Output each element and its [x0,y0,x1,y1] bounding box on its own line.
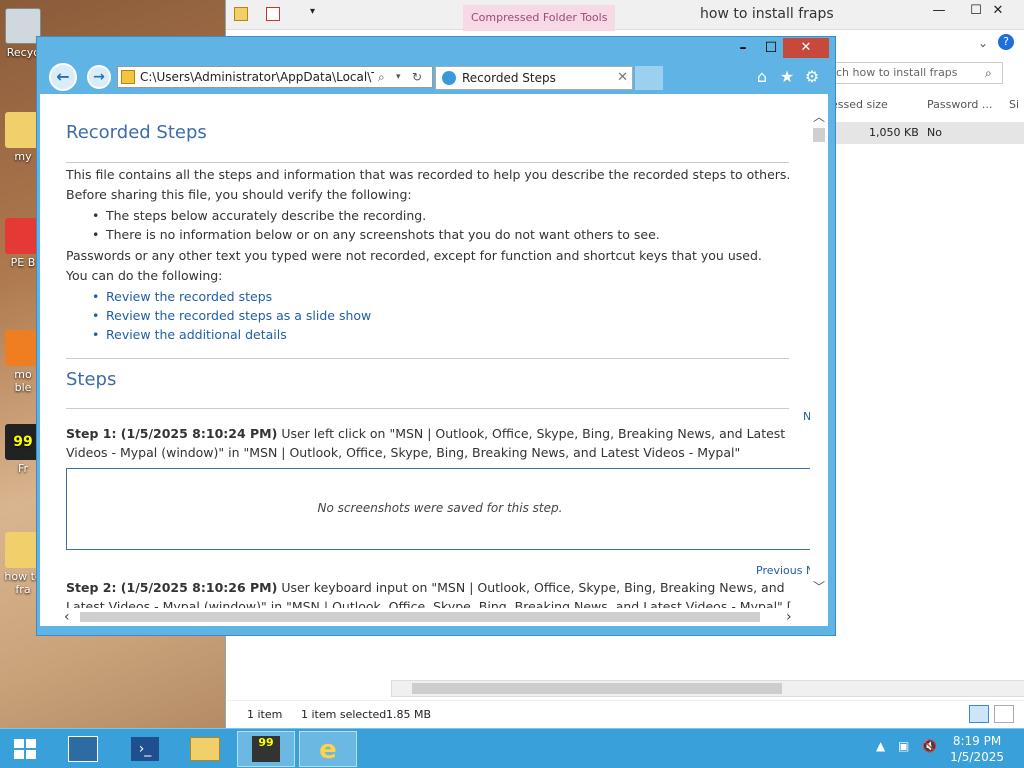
ie-tab-icon [442,71,456,85]
file-explorer-icon [190,737,220,761]
bullet-item: There is no information below or on any … [92,227,660,242]
close-button[interactable]: ✕ [783,38,829,58]
fraps-icon: 99 [252,736,280,762]
file-password: No [927,126,942,139]
page-icon [121,70,135,84]
home-icon[interactable]: ⌂ [753,68,771,86]
clock-time: 8:19 PM [952,734,1002,748]
step-1: Step 1: (1/5/2025 8:10:24 PM) User left … [66,424,810,462]
ie-window: – ☐ ✕ ← → C:\Users\Administrator\AppData… [36,36,836,636]
screenshot-box: No screenshots were saved for this step. [66,468,810,550]
back-button[interactable]: ← [49,63,77,91]
column-header-password[interactable]: Password ... [927,98,992,111]
quick-access-icon[interactable] [234,7,248,21]
address-bar[interactable]: C:\Users\Administrator\AppData\Local\Tem… [117,66,433,88]
link-additional-details[interactable]: Review the additional details [92,327,287,342]
taskbar-server-manager[interactable] [54,731,112,767]
clock-date: 1/5/2025 [950,750,1004,764]
explorer-title: how to install fraps [700,6,834,22]
scrollbar-thumb[interactable] [813,128,825,142]
taskbar-internet-explorer[interactable]: e [299,731,357,767]
gear-icon[interactable]: ⚙ [803,68,821,86]
can-do-paragraph: You can do the following: [66,268,223,283]
intro-paragraph-1: This file contains all the steps and inf… [66,167,791,182]
minimize-button[interactable]: – [729,38,757,58]
ribbon-expand-icon[interactable]: ⌄ [978,36,988,50]
status-size: 1.85 MB [386,708,432,721]
page-content: Recorded Steps This file contains all th… [40,94,810,608]
link-slide-show[interactable]: Review the recorded steps as a slide sho… [92,308,371,323]
customize-toolbar-icon[interactable]: ▾ [310,6,315,17]
volume-muted-icon[interactable]: 🔇 [922,739,937,753]
forward-button[interactable]: → [87,65,111,89]
network-icon[interactable]: ▣ [898,739,909,753]
close-button[interactable]: ✕ [978,0,1018,22]
page-title: Recorded Steps [66,122,207,143]
divider [66,358,789,359]
large-icons-view-icon[interactable] [994,705,1014,723]
internet-explorer-icon: e [319,735,337,765]
status-bar: 1 item 1 item selected 1.85 MB [226,700,1024,728]
scrollbar-thumb[interactable] [80,612,760,622]
status-item-count: 1 item [247,708,283,721]
divider [66,408,789,409]
note-paragraph: Passwords or any other text you typed we… [66,248,762,263]
steps-heading: Steps [66,369,117,390]
help-icon[interactable]: ? [998,34,1014,50]
properties-icon[interactable] [266,7,280,21]
previous-next-link[interactable]: Previous N [756,564,810,577]
minimize-button[interactable]: — [921,0,957,22]
show-hidden-icons-icon[interactable]: ▲ [876,739,885,753]
details-view-icon[interactable] [969,705,989,723]
scroll-right-icon[interactable]: › [786,608,792,626]
file-compressed-size: 1,050 KB [869,126,919,139]
refresh-icon[interactable]: ↻ [412,67,422,87]
address-tools: ⌕ ▾ ↻ [374,67,432,87]
search-input[interactable]: ch how to install fraps [831,62,1003,84]
step-2-header: Step 2: (1/5/2025 8:10:26 PM) [66,580,278,595]
start-button[interactable] [0,731,50,767]
intro-paragraph-2: Before sharing this file, you should ver… [66,187,412,202]
tab-title: Recorded Steps [462,71,556,85]
taskbar-powershell[interactable]: ›_ [116,731,174,767]
taskbar-file-explorer[interactable] [176,731,234,767]
step-1-header: Step 1: (1/5/2025 8:10:24 PM) [66,426,278,441]
address-text: C:\Users\Administrator\AppData\Local\Tem [140,70,396,84]
server-manager-icon [68,736,98,762]
tab-recorded-steps[interactable]: Recorded Steps ✕ [435,66,633,90]
close-tab-icon[interactable]: ✕ [617,67,628,89]
scrollbar-thumb[interactable] [412,683,782,694]
explorer-titlebar: ▾ Compressed Folder Tools how to install… [226,0,1024,31]
powershell-icon: ›_ [131,737,159,761]
file-row[interactable]: 1,050 KB No [831,122,1024,144]
explorer-horizontal-scrollbar[interactable] [391,680,1024,697]
new-tab-button[interactable] [635,66,663,90]
favorites-star-icon[interactable]: ★ [778,68,796,86]
link-review-steps[interactable]: Review the recorded steps [92,289,272,304]
dropdown-icon[interactable]: ▾ [396,67,401,87]
no-screenshot-text: No screenshots were saved for this step. [317,501,563,515]
maximize-button[interactable]: ☐ [757,38,785,58]
windows-logo-icon [14,739,36,759]
clock[interactable]: 8:19 PM 1/5/2025 [950,733,1004,765]
divider [66,162,789,163]
bullet-item: The steps below accurately describe the … [92,208,426,223]
horizontal-scrollbar[interactable]: ‹ › [40,608,828,626]
scroll-down-icon[interactable]: ﹀ [810,578,828,596]
scroll-left-icon[interactable]: ‹ [64,608,70,626]
column-header-size[interactable]: Si [1009,98,1019,111]
next-link[interactable]: N [803,410,810,423]
taskbar: ›_ 99 e ▲ ▣ 🔇 8:19 PM 1/5/2025 [0,728,1024,768]
compressed-folder-tools-tab[interactable]: Compressed Folder Tools [463,5,616,31]
search-icon[interactable]: ⌕ [378,67,385,87]
column-header-compressed-size[interactable]: essed size [831,98,888,111]
column-header-row: essed size Password ... Si [831,94,1024,116]
scroll-up-icon[interactable]: ︿ [810,108,828,126]
step-2: Step 2: (1/5/2025 8:10:26 PM) User keybo… [66,578,810,608]
status-selected: 1 item selected [301,708,387,721]
vertical-scrollbar[interactable]: ︿ ﹀ [810,94,828,608]
search-icon[interactable]: ⌕ [985,66,992,81]
taskbar-fraps[interactable]: 99 [237,731,295,767]
